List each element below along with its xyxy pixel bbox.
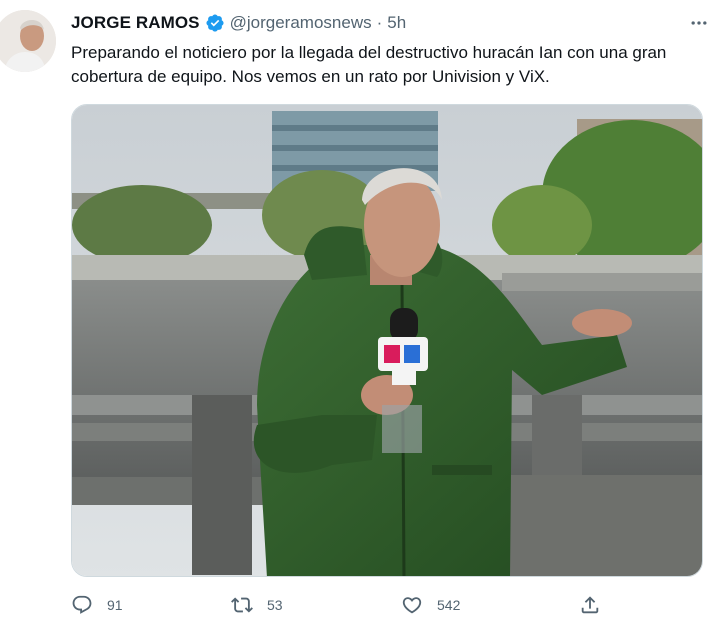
tweet-text: Preparando el noticiero por la llegada d… xyxy=(71,43,667,86)
tweet-header: JORGE RAMOS @jorgeramosnews · 5h xyxy=(71,11,711,35)
reporter-photo xyxy=(72,105,702,576)
action-bar: 91 53 542 xyxy=(71,594,611,616)
share-icon xyxy=(581,596,599,614)
reply-button[interactable]: 91 xyxy=(71,594,231,616)
separator-dot: · xyxy=(376,13,383,32)
tweet-photo[interactable] xyxy=(71,104,703,577)
author-name[interactable]: JORGE RAMOS xyxy=(71,13,200,33)
share-button[interactable] xyxy=(579,594,601,616)
reply-icon xyxy=(72,595,92,614)
retweet-button[interactable]: 53 xyxy=(231,594,401,616)
timestamp[interactable]: 5h xyxy=(387,13,406,33)
like-count: 542 xyxy=(437,597,461,613)
tweet: JORGE RAMOS @jorgeramosnews · 5h Prepara… xyxy=(0,0,727,628)
more-icon xyxy=(691,21,707,25)
retweet-count: 53 xyxy=(267,597,283,613)
like-button[interactable]: 542 xyxy=(401,594,579,616)
author-handle[interactable]: @jorgeramosnews xyxy=(230,13,372,33)
reply-count: 91 xyxy=(107,597,123,613)
avatar[interactable] xyxy=(0,10,56,72)
verified-badge-icon xyxy=(206,14,224,32)
heart-icon xyxy=(402,597,422,614)
more-button[interactable] xyxy=(687,11,711,35)
retweet-icon xyxy=(231,597,253,613)
